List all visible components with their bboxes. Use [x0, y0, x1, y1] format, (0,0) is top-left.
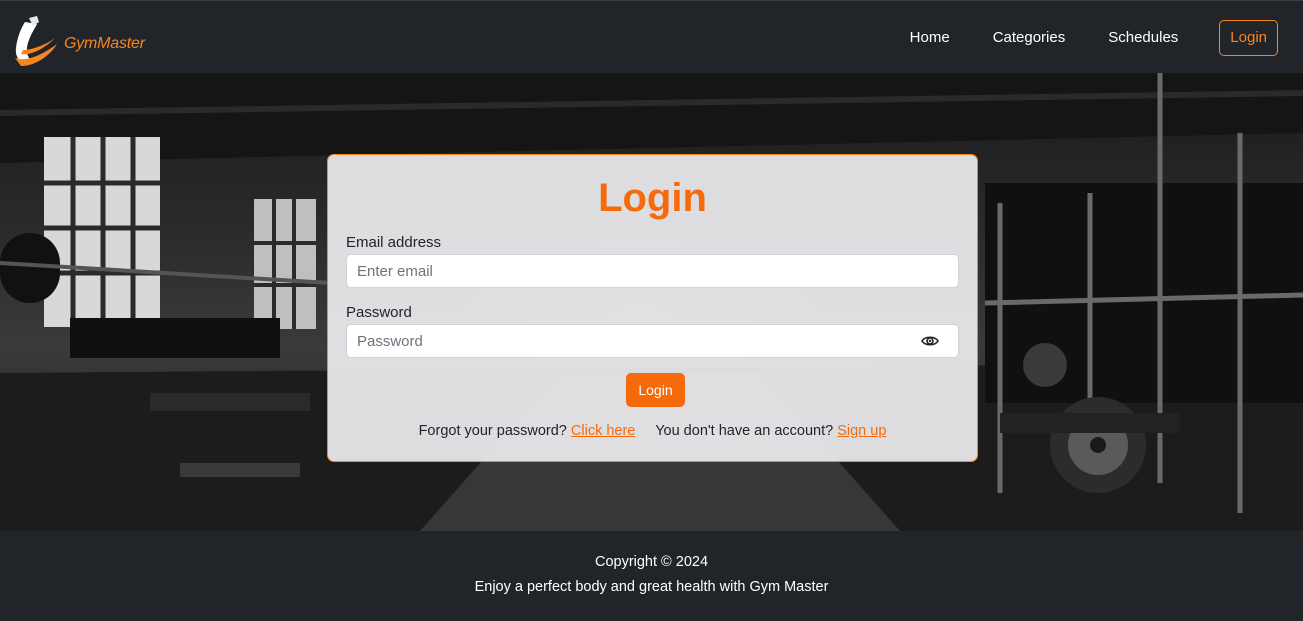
nav-schedules-link[interactable]: Schedules	[1108, 29, 1178, 46]
footer: Copyright © 2024 Enjoy a perfect body an…	[0, 531, 1303, 621]
login-title: Login	[598, 176, 707, 220]
email-label: Email address	[346, 234, 442, 251]
copyright-text: Copyright © 2024	[594, 554, 709, 570]
eye-icon[interactable]	[902, 325, 958, 357]
signup-prompt-text: You don't have an account?	[655, 423, 834, 439]
email-input[interactable]	[346, 254, 959, 288]
nav-home-link[interactable]: Home	[910, 29, 950, 46]
nav-login-button[interactable]: Login	[1219, 19, 1278, 56]
signup-link[interactable]: Sign up	[837, 423, 886, 439]
navbar: GymMaster Home Categories Schedules Logi…	[0, 0, 1303, 73]
nav-categories-link[interactable]: Categories	[993, 29, 1066, 46]
brand-name: GymMaster	[64, 35, 145, 52]
forgot-password-link[interactable]: Click here	[571, 423, 635, 439]
password-group	[346, 324, 959, 358]
forgot-password-text: Forgot your password?	[418, 423, 567, 439]
brand[interactable]: GymMaster	[11, 14, 145, 66]
password-label: Password	[346, 304, 412, 321]
nav-menu: Home Categories Schedules Login	[910, 1, 1278, 74]
login-card: Login Email address Password Login Forgo…	[327, 154, 978, 462]
flexed-arm-icon	[15, 16, 57, 66]
login-submit-button[interactable]: Login	[626, 373, 685, 407]
password-input[interactable]	[346, 324, 959, 358]
hero-background: Login Email address Password Login Forgo…	[0, 73, 1303, 531]
auth-links: Forgot your password? Click here You don…	[328, 423, 977, 439]
footer-tagline: Enjoy a perfect body and great health wi…	[474, 579, 829, 595]
